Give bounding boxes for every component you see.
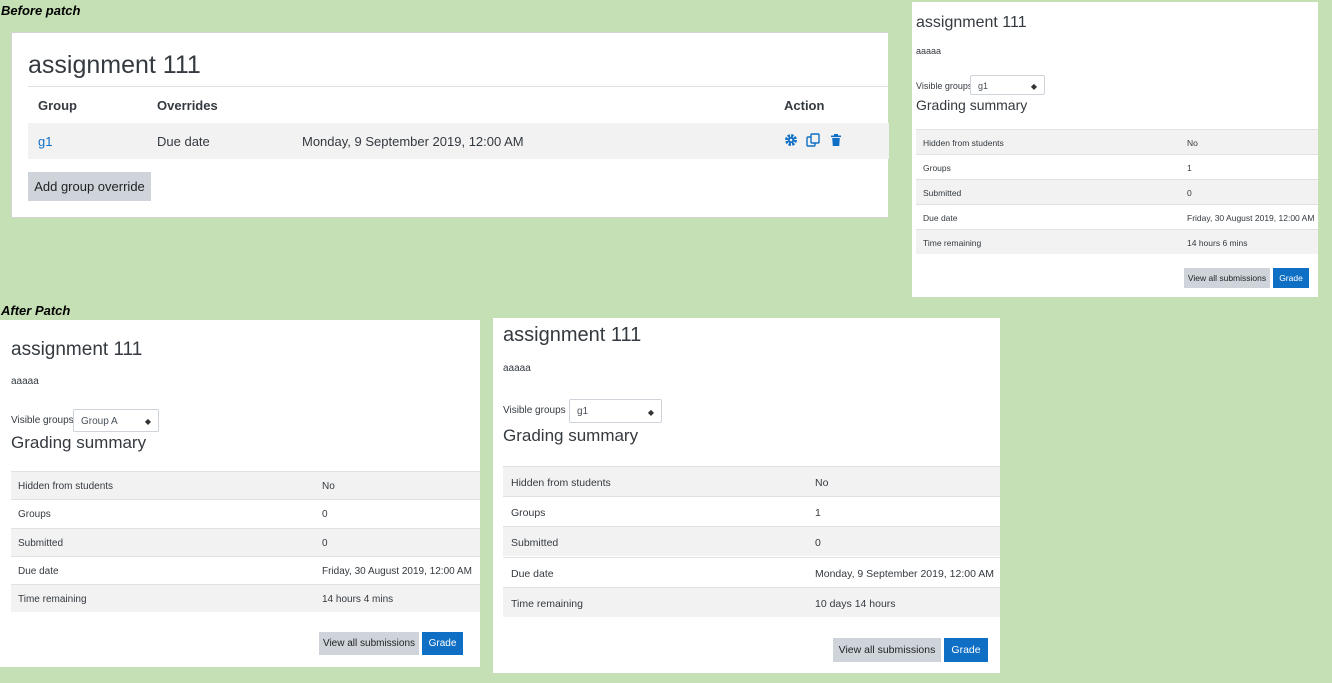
assignment-description: aaaaa [11, 376, 39, 387]
grade-button[interactable]: Grade [1273, 268, 1309, 288]
assignment-description: aaaaa [916, 46, 942, 56]
table-row: Submitted 0 [916, 179, 1318, 204]
table-row: Due date Monday, 9 September 2019, 12:00 … [503, 557, 1000, 587]
row-value: 0 [815, 537, 821, 549]
header-overrides: Overrides [157, 98, 218, 113]
row-value: Monday, 9 September 2019, 12:00 AM [815, 568, 995, 580]
overrides-table-header: Group Overrides Action [28, 86, 889, 123]
row-label: Time remaining [511, 598, 583, 610]
row-label: Groups [923, 163, 951, 173]
select-arrows-icon: ◆ [144, 417, 151, 426]
table-row: Hidden from students No [503, 466, 1000, 496]
row-label: Submitted [511, 537, 559, 549]
group-overrides-panel: assignment 111 Group Overrides Action g1… [11, 32, 889, 218]
before-patch-caption: Before patch [1, 3, 81, 18]
header-group: Group [38, 98, 77, 113]
selected-group: g1 [577, 406, 589, 417]
row-value: Friday, 30 August 2019, 12:00 AM [322, 566, 472, 577]
override-value: Monday, 9 September 2019, 12:00 AM [302, 134, 524, 149]
table-row: Hidden from students No [916, 129, 1318, 154]
table-row: g1 Due date Monday, 9 September 2019, 12… [28, 123, 889, 159]
row-value: No [322, 481, 335, 492]
table-row: Hidden from students No [11, 471, 480, 499]
row-value: 10 days 14 hours [815, 598, 896, 610]
page-title: assignment 111 [28, 51, 201, 79]
table-row: Groups 1 [916, 154, 1318, 179]
view-all-submissions-button[interactable]: View all submissions [833, 638, 941, 662]
table-row: Due date Friday, 30 August 2019, 12:00 AM [11, 556, 480, 584]
table-row: Submitted 0 [11, 528, 480, 556]
row-value: Friday, 30 August 2019, 12:00 AM [1187, 213, 1315, 223]
row-label: Hidden from students [511, 477, 611, 489]
visible-groups-select[interactable]: g1 ◆ [569, 399, 662, 423]
assignment-title: assignment 111 [11, 339, 143, 360]
row-value: 14 hours 4 mins [322, 594, 394, 605]
table-row: Time remaining 14 hours 4 mins [11, 584, 480, 612]
override-type: Due date [157, 134, 210, 149]
row-label: Hidden from students [923, 138, 1004, 148]
table-row: Groups 0 [11, 499, 480, 527]
table-row: Submitted 0 [503, 526, 1000, 556]
row-label: Time remaining [18, 594, 87, 605]
grading-summary-panel-after-1: assignment 111 aaaaa Visible groups Grou… [0, 320, 480, 667]
gear-icon[interactable] [784, 133, 798, 147]
visible-groups-label: Visible groups [916, 81, 973, 91]
visible-groups-label: Visible groups [503, 405, 566, 416]
grading-summary-panel-before: assignment 111 aaaaa Visible groups g1 ◆… [912, 2, 1318, 297]
add-group-override-button[interactable]: Add group override [28, 172, 151, 201]
group-link[interactable]: g1 [38, 134, 52, 149]
trash-icon[interactable] [829, 133, 843, 147]
row-label: Due date [923, 213, 958, 223]
row-label: Due date [511, 568, 554, 580]
grading-summary-title: Grading summary [503, 426, 639, 445]
grading-summary-panel-after-2: assignment 111 aaaaa Visible groups g1 ◆… [493, 318, 1000, 673]
row-label: Submitted [18, 538, 64, 549]
grading-summary-title: Grading summary [11, 433, 147, 452]
row-label: Due date [18, 566, 59, 577]
select-arrows-icon: ◆ [1030, 82, 1037, 91]
visible-groups-select[interactable]: Group A ◆ [73, 409, 159, 432]
row-value: 0 [322, 509, 328, 520]
visible-groups-select[interactable]: g1 ◆ [970, 75, 1045, 95]
row-value: 0 [1187, 188, 1192, 198]
table-row: Time remaining 14 hours 6 mins [916, 229, 1318, 254]
row-label: Time remaining [923, 238, 982, 248]
visible-groups-label: Visible groups [11, 415, 74, 426]
grade-button[interactable]: Grade [944, 638, 988, 662]
grade-button[interactable]: Grade [422, 632, 463, 655]
view-all-submissions-button[interactable]: View all submissions [319, 632, 419, 655]
header-action: Action [784, 98, 825, 113]
row-label: Groups [511, 507, 546, 519]
row-value: 1 [1187, 163, 1192, 173]
view-all-submissions-button[interactable]: View all submissions [1184, 268, 1270, 288]
table-row: Time remaining 10 days 14 hours [503, 587, 1000, 617]
row-label: Hidden from students [18, 481, 114, 492]
row-value: 1 [815, 507, 821, 519]
row-value: No [1187, 138, 1198, 148]
assignment-title: assignment 111 [916, 14, 1027, 31]
row-label: Submitted [923, 188, 962, 198]
selected-group: g1 [978, 81, 989, 91]
row-value: 14 hours 6 mins [1187, 238, 1248, 248]
row-value: No [815, 477, 829, 489]
assignment-title: assignment 111 [503, 324, 642, 346]
row-value: 0 [322, 538, 328, 549]
table-row: Due date Friday, 30 August 2019, 12:00 AM [916, 204, 1318, 229]
row-label: Groups [18, 509, 51, 520]
selected-group: Group A [81, 416, 118, 427]
select-arrows-icon: ◆ [647, 408, 654, 417]
after-patch-caption: After Patch [1, 303, 71, 318]
assignment-description: aaaaa [503, 363, 531, 374]
duplicate-icon[interactable] [806, 133, 820, 147]
table-row: Groups 1 [503, 496, 1000, 526]
grading-summary-title: Grading summary [916, 97, 1028, 113]
